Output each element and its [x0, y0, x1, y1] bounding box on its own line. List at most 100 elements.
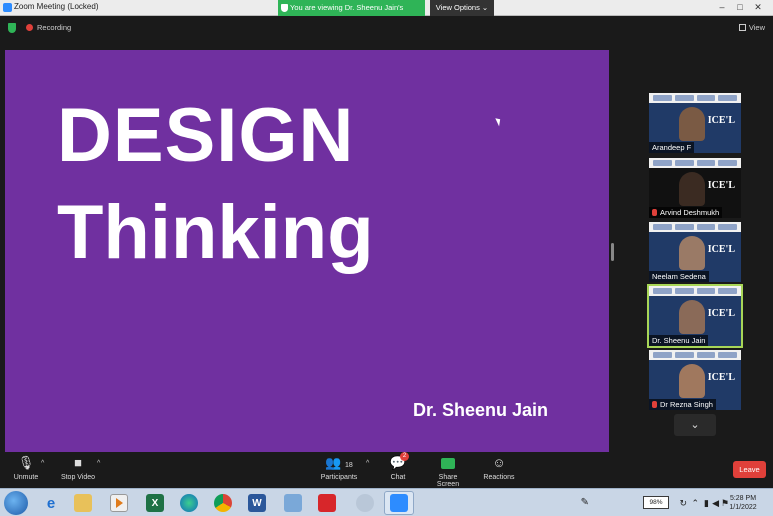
muted-mic-icon: [652, 209, 657, 216]
taskbar-chrome[interactable]: [208, 491, 238, 515]
participants-button[interactable]: 👥 18 Participants: [318, 454, 360, 481]
taskbar-word[interactable]: W: [242, 491, 272, 515]
view-button[interactable]: View: [738, 23, 765, 32]
network-icon[interactable]: ▮: [704, 498, 709, 508]
muted-mic-icon: [652, 401, 657, 408]
chat-badge: 2: [400, 452, 409, 461]
participant-tile[interactable]: ICE'L Neelam Sedena: [649, 222, 741, 282]
pen-workspace-icon[interactable]: ✎: [581, 498, 589, 508]
view-label: View: [748, 23, 765, 32]
window-title: Zoom Meeting (Locked): [14, 2, 99, 11]
tile-logo-text: ICE'L: [707, 372, 735, 383]
folder-icon: [74, 494, 92, 512]
acrobat-pdf-icon: [318, 494, 336, 512]
maximize-button[interactable]: □: [734, 2, 746, 13]
taskbar-paint[interactable]: [350, 491, 380, 515]
audio-options-caret-icon[interactable]: ^: [41, 460, 44, 467]
speaker-icon[interactable]: ◀: [712, 498, 719, 508]
chrome-browser-icon: [214, 494, 232, 512]
muted-microphone-icon: 🎙: [17, 455, 35, 470]
smiley-reaction-icon: ☺: [492, 455, 506, 470]
participant-name: Arvind Deshmukh: [660, 208, 720, 217]
taskbar-clock[interactable]: 5:28 PM 1/1/2022: [723, 494, 763, 512]
tile-logo-text: ICE'L: [707, 308, 735, 319]
taskbar-file-explorer[interactable]: [68, 491, 98, 515]
participant-name: Neelam Sedena: [649, 271, 709, 282]
meeting-status-strip: Recording View: [0, 17, 773, 39]
taskbar-excel[interactable]: X: [140, 491, 170, 515]
close-window-button[interactable]: ✕: [752, 2, 764, 13]
security-shield-icon[interactable]: [8, 23, 16, 33]
mouse-cursor-icon: [495, 116, 503, 127]
minimize-button[interactable]: –: [716, 2, 728, 13]
battery-indicator[interactable]: 98%: [643, 496, 669, 509]
participant-name-bar: Arvind Deshmukh: [649, 207, 723, 218]
taskbar-zoom[interactable]: [384, 491, 414, 515]
taskbar-internet-explorer[interactable]: e: [36, 491, 66, 515]
panel-resize-handle[interactable]: [611, 243, 614, 261]
shared-screen-slide: DESIGN Thinking Dr. Sheenu Jain: [5, 50, 609, 452]
chat-bubble-icon: 💬 2: [384, 452, 412, 472]
leave-meeting-button[interactable]: Leave: [733, 461, 766, 478]
participant-name-bar: Dr Rezna Singh: [649, 399, 716, 410]
grid-view-icon: [738, 24, 746, 31]
view-options-button[interactable]: View Options ⌄: [430, 0, 494, 16]
tile-logo-text: ICE'L: [707, 180, 735, 191]
unmute-button[interactable]: 🎙 Unmute: [10, 454, 42, 481]
participant-name: Arandeep F: [649, 142, 695, 153]
taskbar-edge[interactable]: [174, 491, 204, 515]
participant-video: [679, 236, 705, 270]
taskbar-notes-app[interactable]: [278, 491, 308, 515]
meeting-toolbar: 🎙 Unmute ^ ■ Stop Video ^ 👥 18 Participa…: [0, 452, 773, 488]
zoom-icon: [390, 494, 408, 512]
viewing-screen-banner: You are viewing Dr. Sheenu Jain's screen: [278, 0, 425, 28]
participant-video: [679, 107, 705, 141]
participants-options-caret-icon[interactable]: ^: [366, 460, 369, 467]
notifications-chevron-icon[interactable]: ⌃: [691, 498, 699, 508]
reactions-label: Reactions: [483, 474, 515, 481]
share-screen-icon: [441, 458, 455, 469]
participant-video: [679, 172, 705, 206]
recording-dot-icon: [26, 24, 33, 31]
shield-icon: [281, 4, 288, 12]
participant-name: Dr. Sheenu Jain: [649, 335, 709, 346]
chat-label: Chat: [390, 474, 406, 481]
excel-icon: X: [146, 494, 164, 512]
unmute-label: Unmute: [13, 474, 39, 481]
windows-taskbar: e X W ✎ 98% ↻ ⌃ ▮ ◀ ⚑ 5:28 PM 1/1/2022: [0, 488, 773, 516]
notes-app-icon: [284, 494, 302, 512]
refresh-sync-icon[interactable]: ↻: [679, 498, 687, 508]
participant-tile-active-speaker[interactable]: ICE'L Dr. Sheenu Jain: [647, 284, 743, 348]
media-player-icon: [110, 494, 128, 512]
participant-tile[interactable]: ICE'L Arvind Deshmukh: [649, 158, 741, 218]
internet-explorer-icon: e: [46, 494, 56, 512]
windows-start-button[interactable]: [4, 491, 28, 515]
word-icon: W: [248, 494, 266, 512]
tile-logo-text: ICE'L: [707, 244, 735, 255]
stop-video-button[interactable]: ■ Stop Video: [58, 454, 98, 481]
reactions-button[interactable]: ☺ Reactions: [482, 454, 516, 481]
video-options-caret-icon[interactable]: ^: [97, 460, 100, 467]
slide-title-line-2: Thinking: [57, 190, 374, 275]
chevron-down-icon: ⌄: [690, 419, 700, 431]
stop-video-label: Stop Video: [60, 474, 96, 481]
scroll-participants-down-button[interactable]: ⌄: [674, 414, 716, 436]
edge-browser-icon: [180, 494, 198, 512]
recording-label: Recording: [37, 23, 72, 32]
participant-tile[interactable]: ICE'L Arandeep F: [649, 93, 741, 153]
slide-title-line-1: DESIGN: [57, 93, 355, 178]
clock-time: 5:28 PM: [729, 495, 757, 502]
zoom-app-icon: [3, 3, 12, 12]
participant-name: Dr Rezna Singh: [660, 400, 713, 409]
participant-video: [679, 300, 705, 334]
participant-tile[interactable]: ICE'L Dr Rezna Singh: [649, 350, 741, 410]
participants-label: Participants: [320, 474, 358, 481]
taskbar-acrobat[interactable]: [312, 491, 342, 515]
taskbar-media-player[interactable]: [104, 491, 134, 515]
participants-icon: 👥 18: [325, 455, 353, 470]
tile-logo-text: ICE'L: [707, 115, 735, 126]
slide-author: Dr. Sheenu Jain: [413, 400, 549, 420]
video-camera-icon: ■: [74, 455, 82, 470]
share-screen-button[interactable]: Share Screen: [427, 454, 469, 488]
chat-button[interactable]: 💬 2 Chat: [384, 452, 412, 481]
